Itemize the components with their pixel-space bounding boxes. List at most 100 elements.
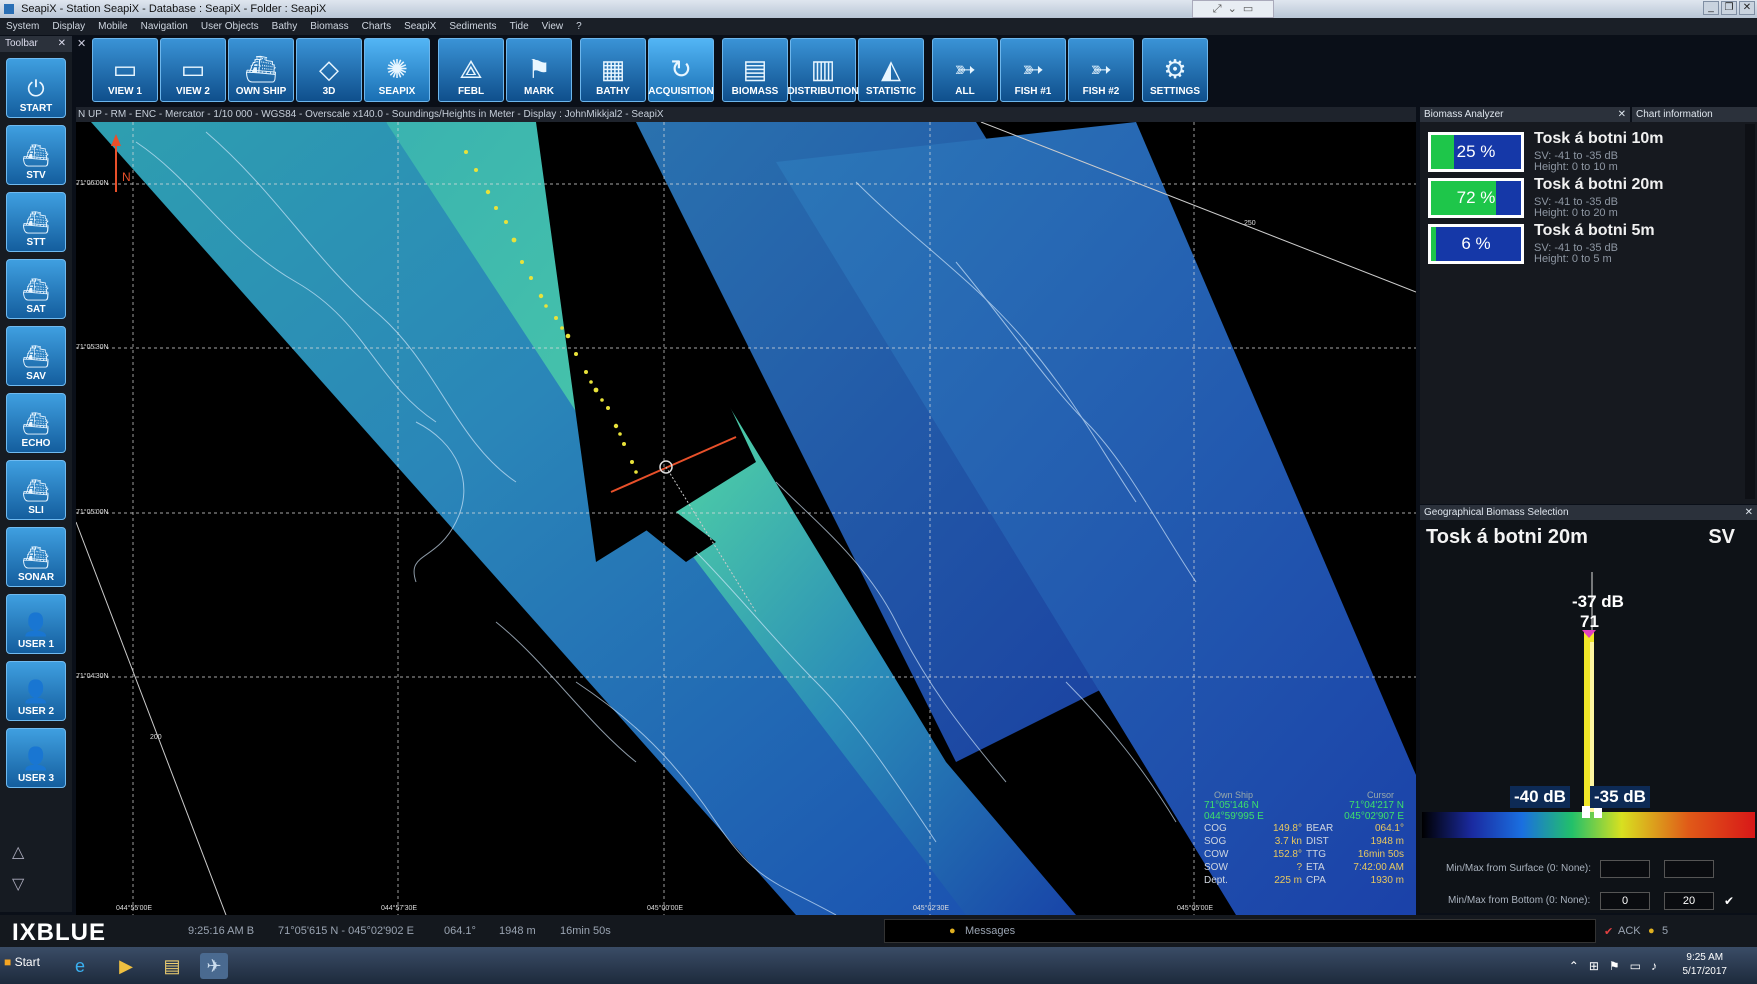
left-tool-button[interactable]: ⛴ SAV xyxy=(6,326,66,386)
left-tool-button[interactable]: ⛴ ECHO xyxy=(6,393,66,453)
ship-icon: ⛴ xyxy=(22,143,50,168)
network-icon[interactable]: ▭ xyxy=(1630,959,1641,973)
tray-arrow-icon[interactable]: ⌃ xyxy=(1569,959,1579,973)
surface-max-input[interactable] xyxy=(1664,860,1714,878)
north-label: N xyxy=(122,170,131,184)
menu-item[interactable]: Bathy xyxy=(272,18,298,35)
windows-tray-icon[interactable]: ⊞ xyxy=(1589,959,1599,973)
window-titlebar: SeapiX - Station SeapiX - Database : Sea… xyxy=(0,0,1757,18)
menu-item[interactable]: Sediments xyxy=(449,18,496,35)
top-tool-label: ACQUISITION xyxy=(648,86,714,97)
top-tool-button[interactable]: ⛴ OWN SHIP xyxy=(228,38,294,102)
menu-item[interactable]: Tide xyxy=(510,18,529,35)
left-tool-button[interactable]: ⛴ SONAR xyxy=(6,527,66,587)
biomass-item[interactable]: 25 % Tosk á botni 10m SV: -41 to -35 dB Hei… xyxy=(1428,130,1748,176)
top-tool-label: VIEW 2 xyxy=(176,86,210,97)
top-tool-button[interactable]: ▥ DISTRIBUTION xyxy=(787,38,859,102)
ack-icon[interactable]: ✔ xyxy=(1604,925,1613,938)
ship-info-value: 16min 50s xyxy=(1357,849,1404,860)
taskbar-clock[interactable]: 9:25 AM 5/17/2017 xyxy=(1683,951,1728,979)
lat-label: 71°06'00N xyxy=(76,180,109,187)
top-tool-button[interactable]: ⟁ FEBL xyxy=(438,38,504,102)
close-toolbar-icon[interactable]: ✕ xyxy=(58,36,66,52)
restore-button[interactable]: ❐ xyxy=(1721,1,1737,15)
ship-info-key: SOW xyxy=(1204,862,1228,873)
biomass-percent: 25 % xyxy=(1456,142,1496,161)
geo-mode: SV xyxy=(1708,526,1735,548)
status-ttg: 16min 50s xyxy=(560,925,611,937)
alert-icon[interactable]: ● xyxy=(1648,925,1655,937)
folder-icon[interactable]: ▤ xyxy=(158,953,186,979)
ship-info-value: 7:42:00 AM xyxy=(1353,862,1404,873)
left-tool-button[interactable]: 👤 USER 2 xyxy=(6,661,66,721)
checkbox-icon[interactable]: ✔ xyxy=(1724,894,1734,908)
left-tool-button[interactable]: ⛴ SAT xyxy=(6,259,66,319)
message-area[interactable]: ● Messages xyxy=(884,919,1596,943)
start-button[interactable]: ■ Start xyxy=(4,955,40,969)
top-tool-button[interactable]: ➳ FISH #1 xyxy=(1000,38,1066,102)
lon-label: 044°57'30E xyxy=(381,905,418,912)
top-tool-button[interactable]: ▭ VIEW 2 xyxy=(160,38,226,102)
close-toptoolbar-icon[interactable]: ✕ xyxy=(77,37,86,50)
bottom-max-input[interactable]: 20 xyxy=(1664,892,1714,910)
scroll-up-icon[interactable]: △ xyxy=(12,842,24,862)
ship-info-key: Dept. xyxy=(1204,875,1228,886)
ack-button[interactable]: ACK xyxy=(1618,925,1641,937)
chart-info-tab[interactable]: Chart information xyxy=(1632,107,1757,122)
left-toolbar: 👤 USER 3 👤 USER 2 👤 USER 1 ⛴ SONAR ⛴ SLI ⛴ ECHO ⛴ SAV… xyxy=(0,52,72,912)
seapix-task-icon[interactable]: ✈ xyxy=(200,953,228,979)
top-tool-button[interactable]: ◇ 3D xyxy=(296,38,362,102)
top-tool-button[interactable]: ▦ BATHY xyxy=(580,38,646,102)
remote-tools[interactable]: ⤢ ⌄ ▭ xyxy=(1192,0,1274,18)
menu-item[interactable]: Charts xyxy=(362,18,391,35)
distribution-icon: ▥ xyxy=(810,54,836,84)
left-tool-button[interactable]: ⛴ STV xyxy=(6,125,66,185)
close-icon[interactable]: ✕ xyxy=(1745,505,1753,520)
biomass-item[interactable]: 72 % Tosk á botni 20m SV: -41 to -35 dB Hei… xyxy=(1428,176,1748,222)
top-tool-button[interactable]: ▭ VIEW 1 xyxy=(92,38,158,102)
menu-item[interactable]: Navigation xyxy=(141,18,188,35)
internet-explorer-icon[interactable]: e xyxy=(66,953,94,979)
surface-min-input[interactable] xyxy=(1600,860,1650,878)
menu-item[interactable]: Biomass xyxy=(310,18,348,35)
top-tool-button[interactable]: ⚑ MARK xyxy=(506,38,572,102)
close-button[interactable]: ✕ xyxy=(1739,1,1755,15)
biomass-percent-bar: 6 % xyxy=(1428,224,1524,264)
left-tool-button[interactable]: 👤 USER 3 xyxy=(6,728,66,788)
geo-panel-header: Geographical Biomass Selection ✕ xyxy=(1420,505,1757,520)
left-tool-button[interactable]: ⛴ SLI xyxy=(6,460,66,520)
scroll-down-icon[interactable]: ▽ xyxy=(12,874,24,894)
top-tool-button[interactable]: ▤ BIOMASS xyxy=(722,38,788,102)
monitor-icon[interactable]: ▭ xyxy=(1243,0,1253,18)
menu-item[interactable]: Display xyxy=(52,18,85,35)
top-tool-button[interactable]: ✺ SEAPIX xyxy=(364,38,430,102)
left-tool-button[interactable]: 👤 USER 1 xyxy=(6,594,66,654)
flag-icon[interactable]: ⚑ xyxy=(1609,959,1620,973)
clock-date: 5/17/2017 xyxy=(1682,966,1728,977)
menu-item[interactable]: User Objects xyxy=(201,18,259,35)
bathy-icon: ▦ xyxy=(600,54,626,84)
top-tool-button[interactable]: ➳ FISH #2 xyxy=(1068,38,1134,102)
media-player-icon[interactable]: ▶ xyxy=(112,953,140,979)
chevron-down-icon[interactable]: ⌄ xyxy=(1228,0,1237,18)
top-tool-button[interactable]: ➳ ALL xyxy=(932,38,998,102)
menu-item[interactable]: System xyxy=(6,18,39,35)
fullscreen-icon[interactable]: ⤢ xyxy=(1213,0,1222,18)
volume-icon[interactable]: ♪ xyxy=(1651,959,1657,973)
left-tool-label: SLI xyxy=(28,505,44,516)
bottom-min-input[interactable]: 0 xyxy=(1600,892,1650,910)
top-tool-button[interactable]: ⚙ SETTINGS xyxy=(1142,38,1208,102)
left-tool-button[interactable]: ⛴ STT xyxy=(6,192,66,252)
top-tool-button[interactable]: ◭ STATISTIC xyxy=(858,38,924,102)
minimize-button[interactable]: _ xyxy=(1703,1,1719,15)
left-tool-button[interactable]: ⏻ START xyxy=(6,58,66,118)
menu-item[interactable]: SeapiX xyxy=(404,18,436,35)
menu-item[interactable]: Mobile xyxy=(98,18,127,35)
close-icon[interactable]: ✕ xyxy=(1618,107,1626,122)
biomass-item[interactable]: 6 % Tosk á botni 5m SV: -41 to -35 dB Heigh… xyxy=(1428,222,1748,268)
menu-item[interactable]: View xyxy=(542,18,564,35)
top-tool-button[interactable]: ↻ ACQUISITION xyxy=(648,38,714,102)
menu-item[interactable]: ? xyxy=(576,18,582,35)
chart-info-bar: N UP - RM - ENC - Mercator - 1/10 000 - … xyxy=(76,107,1416,122)
lon-label: 044°55'00E xyxy=(116,905,153,912)
